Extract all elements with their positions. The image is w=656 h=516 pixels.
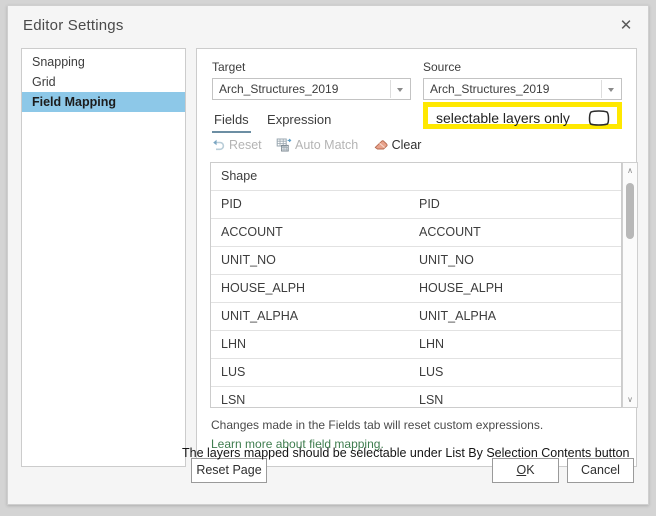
panel-tabs: Fields Expression [212,112,344,133]
field-mapping-table[interactable]: Shape PID PID ACCOUNT ACCOUNT UNIT_NO UN… [210,162,622,408]
source-dropdown[interactable]: Arch_Structures_2019 [423,78,622,100]
ok-button[interactable]: OK [492,458,559,483]
source-dropdown-value: Arch_Structures_2019 [430,82,549,96]
settings-category-list[interactable]: Snapping Grid Field Mapping [21,48,186,467]
table-row[interactable]: LSN LSN [211,387,621,408]
auto-match-button[interactable]: Auto Match [276,137,358,153]
clear-button[interactable]: Clear [373,137,422,153]
cancel-button[interactable]: Cancel [567,458,634,483]
table-row[interactable]: Shape [211,163,621,191]
row-target-value: LSN [221,393,245,407]
table-row[interactable]: UNIT_NO UNIT_NO [211,247,621,275]
table-row[interactable]: LUS LUS [211,359,621,387]
reset-page-button[interactable]: Reset Page [191,458,267,483]
table-row[interactable]: UNIT_ALPHA UNIT_ALPHA [211,303,621,331]
tab-expression[interactable]: Expression [265,112,333,133]
sidebar-item-field-mapping[interactable]: Field Mapping [22,92,185,112]
row-target-value: ACCOUNT [221,225,283,239]
tab-fields[interactable]: Fields [212,112,251,133]
row-source-value: PID [419,197,440,211]
row-target-value: UNIT_ALPHA [221,309,298,323]
chevron-down-icon[interactable]: ∨ [623,392,637,407]
row-source-value: UNIT_NO [419,253,474,267]
clear-button-label: Clear [392,138,422,152]
reset-button[interactable]: Reset [210,137,262,153]
table-row[interactable]: HOUSE_ALPH HOUSE_ALPH [211,275,621,303]
dialog-body: Snapping Grid Field Mapping Target Arch_… [8,44,648,504]
dialog-title: Editor Settings [23,17,124,34]
chevron-down-icon [397,88,403,92]
field-mapping-toolbar: Reset Auto Match [210,137,432,157]
close-icon[interactable]: ✕ [615,16,637,36]
ok-button-mnemonic: O [516,463,526,477]
row-target-value: LHN [221,337,246,351]
auto-match-button-label: Auto Match [295,138,358,152]
table-match-icon [276,137,292,153]
sidebar-item-snapping[interactable]: Snapping [22,52,185,72]
source-dropdown-separator [601,80,602,98]
editor-settings-dialog: Editor Settings ✕ Snapping Grid Field Ma… [7,5,649,505]
dialog-titlebar: Editor Settings ✕ [8,6,648,44]
scrollbar-thumb[interactable] [626,183,634,239]
target-dropdown-value: Arch_Structures_2019 [219,82,338,96]
annotation-selectable-layers-text: selectable layers only [436,110,570,126]
row-source-value: UNIT_ALPHA [419,309,496,323]
sidebar-item-grid[interactable]: Grid [22,72,185,92]
source-label: Source [423,60,461,74]
row-source-value: HOUSE_ALPH [419,281,503,295]
row-source-value: LUS [419,365,443,379]
target-dropdown[interactable]: Arch_Structures_2019 [212,78,411,100]
target-label: Target [212,60,245,74]
row-target-value: HOUSE_ALPH [221,281,305,295]
field-mapping-panel: Target Arch_Structures_2019 Source Arch_… [196,48,637,467]
table-row[interactable]: PID PID [211,191,621,219]
table-row[interactable]: ACCOUNT ACCOUNT [211,219,621,247]
undo-arrow-icon [210,137,226,153]
annotation-bottom-note: The layers mapped should be selectable u… [182,446,630,460]
chevron-down-icon [608,88,614,92]
table-row[interactable]: LHN LHN [211,331,621,359]
target-dropdown-separator [390,80,391,98]
eraser-icon [373,137,389,153]
row-target-value: UNIT_NO [221,253,276,267]
rounded-rectangle-annotation-icon [588,110,610,126]
row-target-value: LUS [221,365,245,379]
reset-button-label: Reset [229,138,262,152]
chevron-up-icon[interactable]: ∧ [623,163,637,178]
row-source-value: LHN [419,337,444,351]
row-target-value: Shape [221,169,257,183]
ok-button-label: K [526,463,534,477]
fields-tab-note: Changes made in the Fields tab will rese… [211,418,543,432]
table-vertical-scrollbar[interactable]: ∧ ∨ [622,162,638,408]
row-source-value: LSN [419,393,443,407]
row-target-value: PID [221,197,242,211]
row-source-value: ACCOUNT [419,225,481,239]
annotation-selectable-layers: selectable layers only [423,102,622,129]
